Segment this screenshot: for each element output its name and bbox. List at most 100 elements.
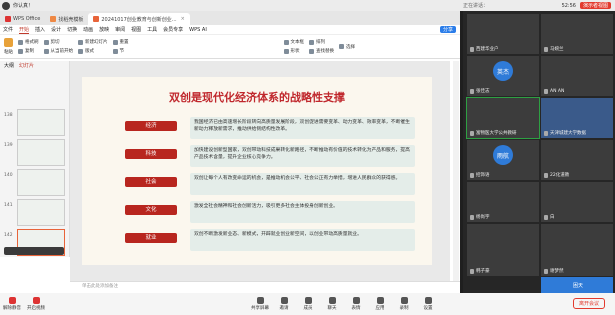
find-replace-button[interactable]: 查找替换: [309, 48, 334, 54]
row-label: 科技: [125, 149, 177, 159]
shape-button[interactable]: 形状: [283, 48, 305, 54]
tab-wps-office[interactable]: WPS Office: [0, 13, 45, 25]
brush-icon: [18, 39, 23, 45]
avatar: 雨航: [493, 145, 513, 165]
invite-icon: [280, 297, 288, 304]
menu-view[interactable]: 视图: [131, 26, 141, 33]
apps-button[interactable]: 应用: [368, 297, 392, 311]
participant-tile-speaking[interactable]: 富物医大学公共教研: [466, 97, 540, 139]
row-text: 双创让每个人有改变命运的机会，是推动机会公平、社会公正有力举措，增进人民群众的获…: [190, 173, 415, 195]
close-tab-icon[interactable]: ×: [181, 16, 185, 22]
gear-icon: [424, 297, 432, 304]
outline-tab[interactable]: 大纲: [4, 62, 14, 69]
menu-design[interactable]: 设计: [51, 26, 61, 33]
slide-number: 141: [4, 203, 13, 208]
participant-tile[interactable]: 困天: [541, 277, 613, 293]
ribbon: 粘贴 格式刷 复制 剪切 从当前开始 新建幻灯片 版式 重置 节 文本框 形状 …: [0, 35, 460, 59]
mic-muted-icon: [470, 268, 474, 274]
tab-presentation[interactable]: 20241017创业教育与创新创业... ×: [88, 13, 190, 25]
copy-button[interactable]: 复制: [18, 48, 39, 54]
menu-tools[interactable]: 工具: [147, 26, 157, 33]
mic-off-icon: [8, 297, 16, 304]
shape-icon: [283, 48, 289, 54]
settings-button[interactable]: 设置: [416, 297, 440, 311]
slide-thumbnail[interactable]: [17, 109, 65, 136]
meeting-toolbar: 解除静音 开启视频 共享屏幕 邀请 成员 聊天 表情 应用 录制 设置 离开会议: [0, 293, 615, 315]
chat-button[interactable]: 聊天: [320, 297, 344, 311]
invite-button[interactable]: 邀请: [272, 297, 296, 311]
play-icon: [43, 48, 49, 54]
mic-muted-icon: [470, 88, 474, 94]
presenter-view-button[interactable]: 演示者视图: [579, 2, 611, 9]
slide-thumbnail[interactable]: [17, 169, 65, 196]
camera-off-icon: [32, 297, 40, 304]
meeting-title: 你认真！: [13, 3, 34, 9]
slide-number: 142: [4, 233, 13, 238]
members-button[interactable]: 成员: [296, 297, 320, 311]
participant-tile[interactable]: 英杰 张佳志: [467, 56, 539, 96]
mic-muted-icon: [470, 46, 474, 52]
notes-field[interactable]: 单击此处添加备注: [70, 281, 460, 291]
mic-muted-icon: [544, 172, 548, 178]
participant-tile[interactable]: 天津城建大学数据: [541, 98, 613, 138]
share-screen-button[interactable]: 共享屏幕: [248, 297, 272, 311]
share-button[interactable]: 分享: [439, 26, 456, 33]
select-button[interactable]: 选择: [339, 44, 355, 50]
record-icon: [400, 297, 408, 304]
menu-bar: 文件 开始 插入 设计 切换 动画 放映 审阅 视图 工具 会员专享 WPS A…: [0, 25, 460, 35]
tab-templates[interactable]: 找稻壳模板: [45, 13, 88, 25]
menu-file[interactable]: 文件: [3, 26, 13, 33]
layout-button[interactable]: 版式: [78, 48, 108, 54]
record-button[interactable]: 录制: [392, 297, 416, 311]
menu-transition[interactable]: 切换: [67, 26, 77, 33]
mic-muted-icon: [544, 214, 548, 220]
select-icon: [339, 44, 344, 49]
start-video-button[interactable]: 开启视频: [24, 297, 48, 311]
participant-tile[interactable]: 谢梦然: [541, 251, 613, 276]
menu-insert[interactable]: 插入: [35, 26, 45, 33]
participant-tile[interactable]: 马婉兰: [541, 14, 613, 54]
speaker-icon: [2, 1, 10, 10]
reset-icon: [112, 39, 118, 45]
slide[interactable]: 双创是现代化经济体系的战略性支撑 经济 我国经济已由高速增长阶段转向高质量发展阶…: [82, 77, 432, 265]
vertical-scrollbar[interactable]: [453, 61, 459, 281]
participant-tile[interactable]: 白: [541, 182, 613, 222]
speaking-indicator: 正在讲话：: [463, 3, 489, 9]
leave-meeting-button[interactable]: 离开会议: [572, 298, 605, 309]
avatar: 英杰: [493, 61, 513, 81]
mic-muted-icon: [470, 172, 474, 178]
reset-button[interactable]: 重置: [112, 39, 129, 45]
participant-tile[interactable]: 杨尚宇: [467, 182, 539, 222]
paste-button[interactable]: 粘贴: [4, 38, 13, 55]
textbox-button[interactable]: 文本框: [283, 39, 304, 45]
participant-tile[interactable]: 韩子豪: [467, 251, 539, 276]
mic-icon: [470, 130, 474, 136]
row-text: 激发全社会精神和社会创新活力，吸引更多社会主体投身创新创业。: [190, 201, 415, 223]
chat-icon: [328, 297, 336, 304]
row-text: 加快建设创新型国家，双创带动科技成果转化新路径，不断推动有价值的技术转化为产品和…: [190, 145, 415, 167]
thumbnail-toolbar[interactable]: [4, 247, 64, 255]
participant-tile[interactable]: 雨航 招饰语: [467, 140, 539, 180]
participant-tile[interactable]: AN AN: [541, 56, 613, 96]
slide-thumbnail[interactable]: [17, 199, 65, 226]
slide-number: 140: [4, 173, 13, 178]
new-slide-button[interactable]: 新建幻灯片: [78, 39, 108, 45]
unmute-button[interactable]: 解除静音: [0, 297, 24, 311]
menu-member[interactable]: 会员专享: [163, 26, 183, 33]
template-icon: [50, 16, 57, 22]
slides-tab[interactable]: 幻灯片: [19, 62, 34, 69]
menu-review[interactable]: 审阅: [115, 26, 125, 33]
play-from-current-button[interactable]: 从当前开始: [43, 48, 73, 54]
reactions-button[interactable]: 表情: [344, 297, 368, 311]
menu-slideshow[interactable]: 放映: [99, 26, 109, 33]
slide-thumbnail[interactable]: [17, 139, 65, 166]
format-painter-button[interactable]: 格式刷: [18, 39, 39, 45]
cut-button[interactable]: 剪切: [43, 39, 74, 45]
section-button[interactable]: 节: [112, 48, 129, 54]
participant-tile[interactable]: 22化道教: [541, 140, 613, 180]
arrange-button[interactable]: 排列: [309, 39, 334, 45]
menu-home[interactable]: 开始: [19, 26, 30, 34]
participant-tile[interactable]: 西建华业户: [467, 14, 539, 54]
menu-animation[interactable]: 动画: [83, 26, 93, 33]
menu-wps-ai[interactable]: WPS AI: [189, 27, 207, 33]
